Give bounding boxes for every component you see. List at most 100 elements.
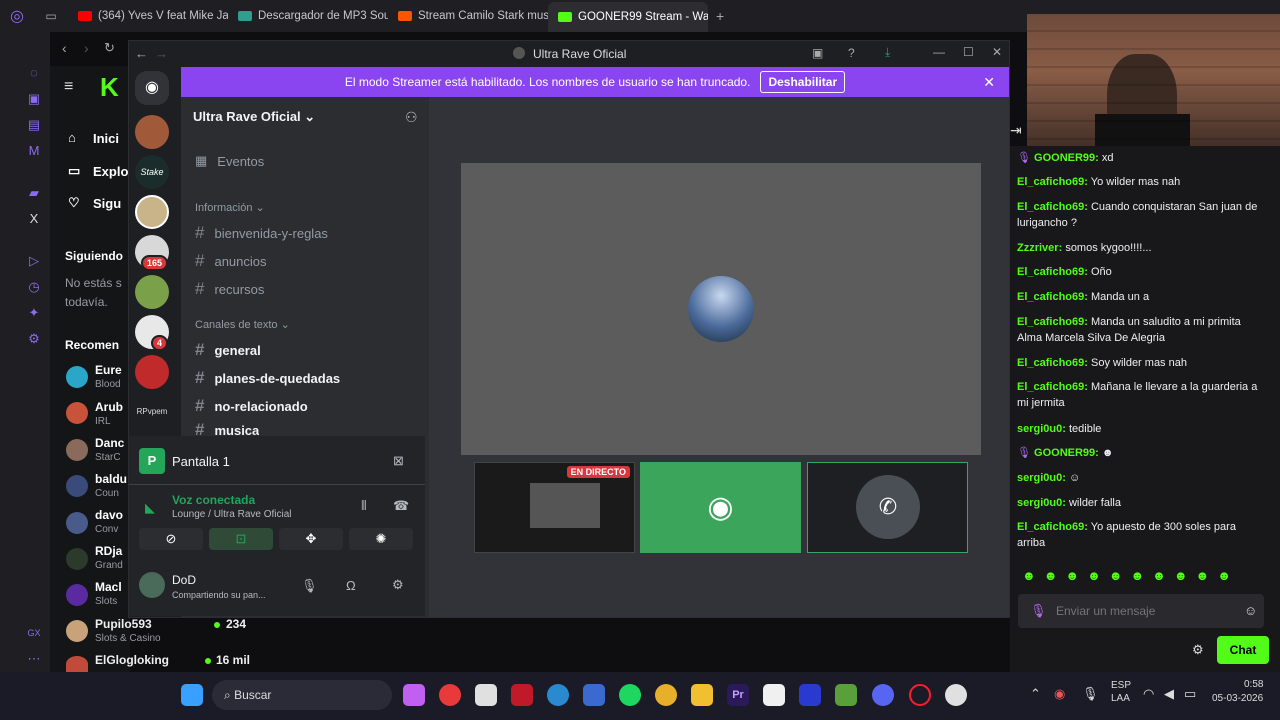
channel-name[interactable]: ElGlogloking — [95, 653, 169, 667]
emoji-icon[interactable]: ☺ — [1244, 603, 1257, 618]
channel-anuncios[interactable]: # anuncios — [195, 251, 267, 271]
emote-icon[interactable]: ☻ — [1196, 568, 1210, 584]
send-chat-button[interactable]: Chat — [1217, 636, 1269, 664]
help-icon[interactable]: ? — [848, 46, 855, 60]
close-icon[interactable]: ✕ — [983, 74, 995, 91]
category-text[interactable]: Canales de texto ⌄ — [195, 318, 290, 331]
wifi-icon[interactable]: ◠ — [1143, 686, 1154, 702]
channel-name[interactable]: Arub — [95, 400, 123, 414]
search-box[interactable]: ⌕ Buscar — [212, 680, 392, 710]
opera-gx-icon[interactable] — [909, 684, 931, 706]
premiere-icon[interactable]: Pr — [727, 684, 749, 706]
discord-tile[interactable]: ◉ — [640, 462, 801, 553]
menu-icon[interactable]: ≡ — [64, 78, 73, 96]
app-icon[interactable] — [835, 684, 857, 706]
disable-streamer-button[interactable]: Deshabilitar — [760, 71, 846, 93]
avatar[interactable] — [66, 584, 88, 606]
avatar[interactable] — [66, 548, 88, 570]
edge-icon[interactable] — [547, 684, 569, 706]
twitch-icon[interactable]: ▰ — [27, 186, 41, 200]
discord-icon[interactable] — [872, 684, 894, 706]
app-icon[interactable] — [439, 684, 461, 706]
channel-name[interactable]: Eure — [95, 363, 122, 377]
screen-share-tile[interactable]: EN DIRECTO — [474, 462, 635, 553]
clock-time[interactable]: 0:58 — [1244, 679, 1263, 690]
channel-planes[interactable]: # planes-de-quedadas — [195, 368, 340, 388]
store-icon[interactable] — [475, 684, 497, 706]
play-icon[interactable]: ▷ — [27, 254, 41, 268]
server-name-header[interactable]: Ultra Rave Oficial ⌄ — [193, 109, 315, 125]
download-icon[interactable]: ⤓ — [885, 45, 890, 60]
tab-mp3[interactable]: Descargador de MP3 Sou — [228, 3, 388, 29]
avatar[interactable] — [139, 572, 165, 598]
headphones-icon[interactable]: Ω — [346, 578, 356, 593]
stream-tile[interactable] — [461, 163, 981, 455]
tab-soundcloud[interactable]: Stream Camilo Stark musi — [388, 3, 548, 29]
volume-icon[interactable]: ◀ — [1164, 686, 1174, 702]
channel-bienvenida[interactable]: # bienvenida-y-reglas — [195, 223, 328, 243]
server-ultra-rave[interactable] — [135, 195, 169, 229]
settings-icon[interactable]: ⚙ — [27, 332, 41, 346]
avatar[interactable] — [66, 402, 88, 424]
forward-icon[interactable]: › — [84, 40, 89, 56]
new-tab-button[interactable]: + — [708, 8, 732, 24]
back-icon[interactable]: ‹ — [62, 40, 67, 56]
events-item[interactable]: ▦ Eventos — [195, 153, 264, 169]
extensions-icon[interactable]: ✦ — [27, 306, 41, 320]
server-icon[interactable] — [135, 275, 169, 309]
forward-icon[interactable]: → — [155, 46, 168, 61]
mic-icon[interactable]: 🎙 — [1082, 686, 1099, 702]
server-icon[interactable] — [135, 355, 169, 389]
start-icon[interactable] — [181, 684, 203, 706]
channel-name[interactable]: davo — [95, 508, 123, 522]
microphone-icon[interactable]: 🎙 — [301, 578, 318, 594]
collapse-chat-icon[interactable]: ⇥ — [1010, 122, 1022, 139]
back-icon[interactable]: ← — [135, 46, 148, 61]
user-name[interactable]: DoD — [172, 573, 196, 587]
emote-icon[interactable]: ☻ — [1217, 568, 1231, 584]
gx-icon[interactable]: GX — [27, 626, 41, 640]
server-icon[interactable] — [135, 115, 169, 149]
clock-date[interactable]: 05-03-2026 — [1212, 693, 1263, 704]
emote-icon[interactable]: ☻ — [1065, 568, 1079, 584]
mcafee-icon[interactable] — [511, 684, 533, 706]
history-icon[interactable]: ◷ — [27, 280, 41, 294]
browser-logo-icon[interactable]: ◎ — [0, 6, 34, 26]
channel-name[interactable]: Macl — [95, 580, 122, 594]
kick-logo-icon[interactable]: K — [100, 72, 119, 103]
emote-icon[interactable]: ☻ — [1087, 568, 1101, 584]
server-stake[interactable]: Stake — [135, 155, 169, 189]
sidebar-app-icon[interactable]: ◌ — [27, 66, 41, 80]
chevron-up-icon[interactable]: ⌃ — [1030, 686, 1041, 702]
minimize-icon[interactable]: — — [933, 45, 945, 59]
obs-icon[interactable] — [945, 684, 967, 706]
chat-input[interactable] — [1056, 600, 1226, 622]
category-info[interactable]: Información ⌄ — [195, 201, 265, 214]
gear-icon[interactable]: ⚙ — [1192, 642, 1204, 658]
camera-off-button[interactable]: ⊘ — [139, 528, 203, 550]
app-icon[interactable] — [799, 684, 821, 706]
copilot-icon[interactable] — [403, 684, 425, 706]
tab-kick[interactable]: GOONER99 Stream - Watc✕ — [548, 2, 708, 32]
avatar[interactable] — [66, 439, 88, 461]
discord-home-icon[interactable]: ◉ — [135, 71, 169, 105]
emote-icon[interactable]: ☻ — [1174, 568, 1188, 584]
app-tray-icon[interactable]: ◉ — [1054, 686, 1065, 702]
language-code[interactable]: ESP — [1111, 680, 1131, 691]
keyboard-layout[interactable]: LAA — [1111, 693, 1130, 704]
server-rpvpem[interactable]: RPvpem — [135, 395, 169, 429]
more-icon[interactable]: ⋯ — [27, 652, 41, 666]
activities-button[interactable]: ✥ — [279, 528, 343, 550]
sidebar-app-icon[interactable]: ▣ — [27, 92, 41, 106]
emote-icon[interactable]: ☻ — [1109, 568, 1123, 584]
share-screen-button[interactable]: ⊡ — [209, 528, 273, 550]
emote-icon[interactable]: ☻ — [1152, 568, 1166, 584]
capcut-icon[interactable] — [763, 684, 785, 706]
avatar[interactable] — [66, 620, 88, 642]
chrome-icon[interactable] — [655, 684, 677, 706]
home-icon[interactable]: ⌂ — [68, 130, 76, 145]
disconnect-icon[interactable]: ☎ — [393, 498, 409, 514]
nav-following[interactable]: Sigu — [93, 196, 121, 211]
avatar[interactable] — [66, 512, 88, 534]
channel-name[interactable]: baldu — [95, 472, 127, 486]
